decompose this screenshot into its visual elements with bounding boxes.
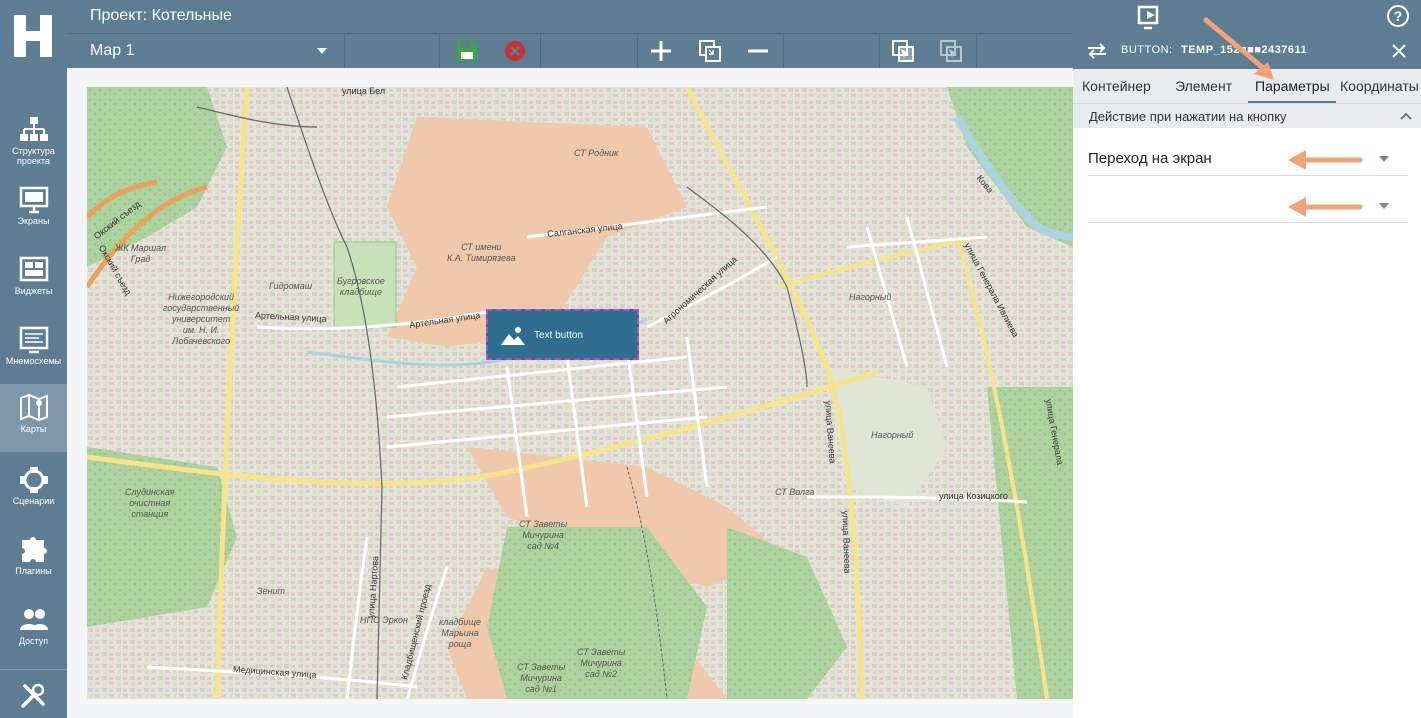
toolbar-divider (439, 34, 440, 68)
map-place-label: кладбище Марьина роща (439, 617, 482, 649)
toolbar-divider (783, 34, 784, 68)
sidebar-item-label: Виджеты (14, 286, 53, 296)
map-place-label: СТ Заветы Мичурина сад №4 (519, 519, 568, 551)
save-icon[interactable] (455, 39, 479, 63)
copy-icon[interactable] (698, 39, 722, 63)
toolbar-divider (879, 34, 880, 68)
project-title: Проект: Котельные (90, 7, 232, 24)
puzzle-icon (21, 537, 47, 562)
chevron-down-icon (1379, 203, 1389, 209)
scenario-icon (19, 467, 48, 493)
action-type-value: Переход на экран (1088, 150, 1212, 167)
mnemoscheme-icon (19, 326, 48, 354)
widget-label: Text button (534, 330, 583, 341)
annotation-arrow-icon (1203, 17, 1274, 80)
sidebar-item-scenarios[interactable]: Сценарии (0, 458, 67, 526)
map-place-label: СТ Волга (775, 487, 815, 497)
tools-icon[interactable] (19, 682, 47, 710)
panel-element-type: BUTTON: (1121, 44, 1173, 56)
map-place-label: Нагорный (849, 292, 892, 302)
map-place-label: Нижегородский государственный университе… (163, 292, 240, 346)
sidebar-item-label: Карты (20, 424, 47, 434)
map-place-label: СТ Заветы Мичурина сад №2 (577, 647, 626, 679)
sidebar-divider (0, 669, 67, 670)
tab-container[interactable]: Контейнер (1082, 78, 1151, 94)
sidebar-item-label: Структура проекта (12, 146, 55, 166)
image-placeholder-icon (501, 327, 525, 345)
plus-icon[interactable] (649, 39, 673, 63)
sidebar-item-plugins[interactable]: Плагины (0, 528, 67, 596)
users-icon (19, 609, 48, 630)
annotation-arrow-icon (1288, 150, 1363, 170)
monitor-icon (19, 186, 48, 214)
app-logo-icon[interactable] (12, 13, 54, 59)
properties-panel: BUTTON: TEMP_152■■■2437611 Контейнер Эле… (1073, 33, 1421, 718)
toolbar-divider (540, 34, 541, 68)
preview-screen-icon[interactable] (1136, 4, 1164, 30)
sidebar-item-label: Экраны (17, 216, 50, 226)
help-icon[interactable]: ? (1387, 5, 1409, 27)
map-canvas-area: СТ Родник СТ имени К.А. Тимирязева ЖК Ма… (67, 68, 1073, 718)
map-place-label: Зенит (257, 586, 285, 596)
sidebar-item-label: Доступ (18, 636, 49, 646)
map-view[interactable]: СТ Родник СТ имени К.А. Тимирязева ЖК Ма… (87, 87, 1073, 699)
map-place-label: СТ имени К.А. Тимирязева (447, 242, 516, 263)
map-icon (19, 393, 48, 422)
sidebar-item-screens[interactable]: Экраны (0, 178, 67, 246)
map-place-label: СТ Заветы Мичурина сад №1 (517, 662, 566, 694)
map-street-label: улица Козицкого (939, 491, 1008, 501)
map-place-label: СТ Родник (574, 148, 619, 158)
map-place-label: Гидромаш (269, 281, 313, 291)
map-place-label: Слудинская очистная станция (125, 487, 175, 519)
map-toolbar: Map 1 (67, 33, 1073, 68)
toolbar-divider (976, 34, 977, 68)
minus-icon[interactable] (746, 39, 770, 63)
map-place-label: Нагорный (871, 430, 914, 440)
chevron-down-icon (317, 48, 327, 54)
close-icon[interactable] (1391, 43, 1407, 59)
bring-forward-icon[interactable] (891, 39, 915, 63)
cancel-icon[interactable] (503, 39, 527, 63)
map-street-label: улица Ванеева (840, 510, 853, 574)
sidebar-item-widgets[interactable]: Виджеты (0, 248, 67, 316)
sidebar-item-access[interactable]: Доступ (0, 598, 67, 666)
section-title: Действие при нажатии на кнопку (1089, 109, 1287, 124)
sidebar-item-label: Мнемосхемы (5, 356, 62, 366)
sidebar-item-maps[interactable]: Карты (0, 384, 67, 452)
map-select[interactable]: Map 1 (67, 34, 345, 68)
swap-arrows-icon[interactable] (1086, 42, 1108, 60)
sidebar-item-structure[interactable]: Структура проекта (0, 108, 67, 176)
chevron-down-icon (1379, 156, 1389, 162)
map-tiles (87, 87, 1073, 699)
text-button-widget[interactable]: Text button (486, 309, 639, 360)
sidebar-item-label: Сценарии (12, 496, 55, 506)
sidebar-item-label: Плагины (15, 566, 52, 576)
annotation-arrow-icon (1288, 197, 1363, 217)
structure-icon (19, 117, 48, 141)
chevron-up-icon[interactable] (1400, 111, 1412, 121)
section-button-action[interactable]: Действие при нажатии на кнопку (1073, 103, 1421, 128)
send-backward-icon[interactable] (939, 39, 963, 63)
left-sidebar: Структура проекта Экраны Виджеты Мнемосх… (0, 0, 67, 718)
map-street-label: улица Бел (342, 87, 386, 96)
sidebar-item-mnemoschemes[interactable]: Мнемосхемы (0, 318, 67, 386)
map-place-label: ЖК Маршал Град (115, 243, 167, 264)
tab-coordinates[interactable]: Координаты (1340, 78, 1419, 94)
map-place-label: Бугровское кладбище (337, 276, 385, 297)
map-select-value: Map 1 (90, 42, 135, 59)
toolbar-divider (637, 34, 638, 68)
widgets-icon (19, 256, 48, 282)
